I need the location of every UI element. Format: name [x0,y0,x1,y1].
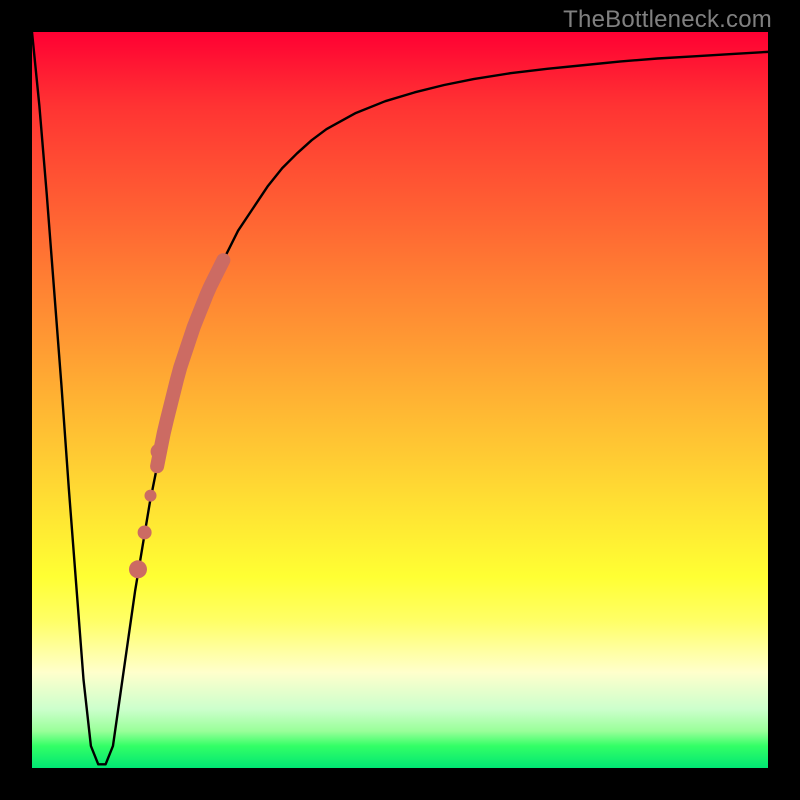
highlight-dot [145,490,157,502]
chart-svg [32,32,768,768]
highlight-dot [129,560,147,578]
watermark-label: TheBottleneck.com [563,6,772,34]
plot-area [32,32,768,768]
highlight-dot [151,444,167,460]
highlight-dot [138,525,152,539]
highlight-segment [157,260,223,466]
bottleneck-curve [32,32,768,764]
chart-frame: TheBottleneck.com [0,0,800,800]
